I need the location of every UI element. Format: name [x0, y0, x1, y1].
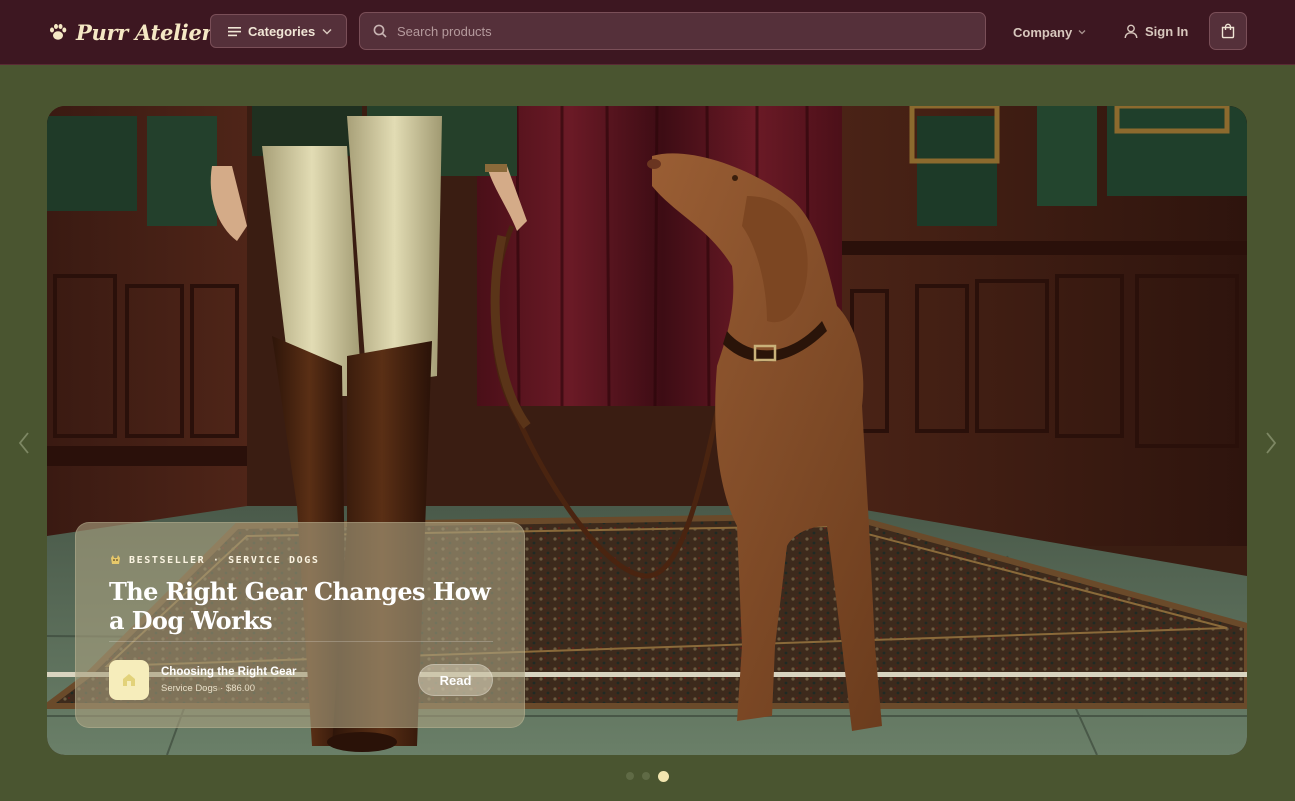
shopping-bag-icon — [1221, 23, 1235, 39]
featured-article-card: BESTSELLER · SERVICE DOGS The Right Gear… — [75, 522, 525, 728]
product-meta: Service Dogs · $86.00 — [161, 683, 255, 694]
carousel-dots — [626, 770, 669, 782]
product-name[interactable]: Choosing the Right Gear — [161, 666, 296, 678]
paw-icon — [50, 24, 67, 40]
card-divider — [109, 641, 493, 642]
chevron-right-icon — [1266, 432, 1277, 454]
prev-slide-button[interactable] — [14, 428, 34, 458]
brand-name: Purr Atelier — [76, 19, 213, 45]
carousel-dot[interactable] — [626, 772, 634, 780]
read-button[interactable]: Read — [418, 664, 493, 696]
product-thumbnail[interactable] — [109, 660, 149, 700]
search-input[interactable] — [397, 23, 985, 39]
sign-in-link[interactable]: Sign In — [1124, 21, 1188, 41]
top-nav: Purr Atelier Categories Company Sign In — [0, 0, 1295, 65]
user-icon — [1124, 24, 1138, 38]
hero-tagline: BESTSELLER · SERVICE DOGS — [109, 553, 320, 567]
search-bar[interactable] — [359, 12, 986, 50]
chevron-down-icon — [322, 28, 332, 35]
next-slide-button[interactable] — [1261, 428, 1281, 458]
chevron-down-icon — [1078, 30, 1086, 35]
carousel-dot[interactable] — [642, 772, 650, 780]
search-icon — [373, 24, 387, 38]
brand-logo[interactable]: Purr Atelier — [48, 17, 213, 47]
carousel-dot-active[interactable] — [658, 770, 669, 782]
company-menu[interactable]: Company — [1013, 22, 1086, 42]
categories-button[interactable]: Categories — [210, 14, 347, 48]
sign-in-label: Sign In — [1145, 23, 1189, 39]
cart-button[interactable] — [1209, 12, 1247, 50]
tagline-text: BESTSELLER · SERVICE DOGS — [129, 554, 320, 566]
menu-icon — [228, 26, 241, 36]
company-label: Company — [1013, 24, 1073, 40]
dog-icon — [111, 555, 120, 564]
chevron-left-icon — [18, 432, 29, 454]
hero-title: The Right Gear Changes How a Dog Works — [109, 577, 491, 635]
house-icon — [123, 674, 135, 686]
categories-label: Categories — [248, 23, 316, 39]
